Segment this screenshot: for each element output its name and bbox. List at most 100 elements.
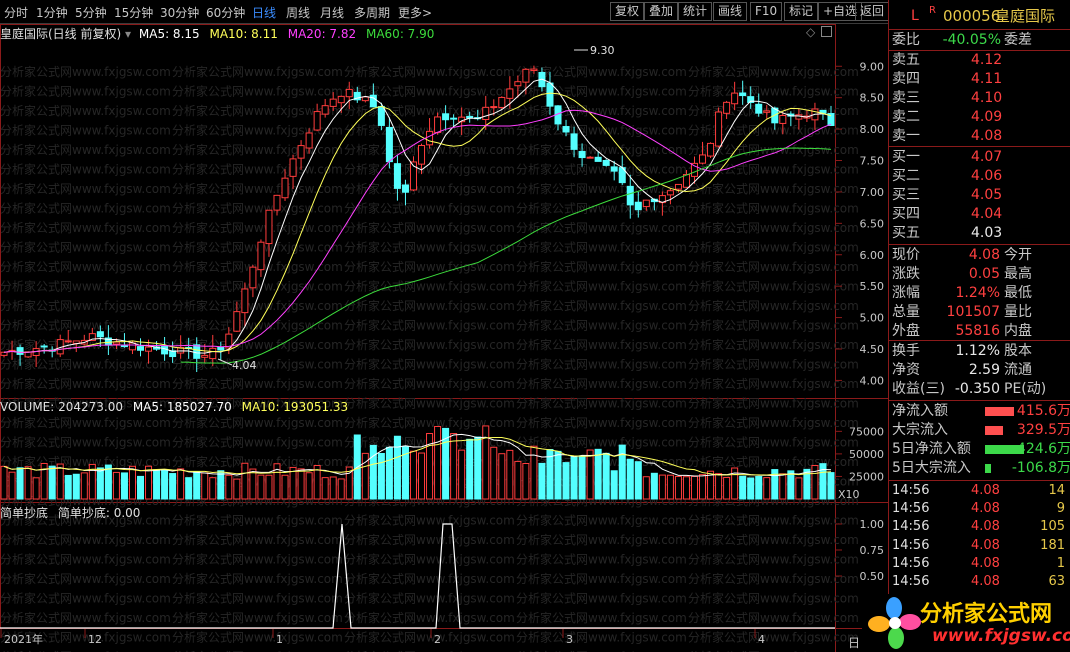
watermark-text: 分析家公式网www.fxjgsw.com — [172, 64, 343, 79]
tab-multi-period[interactable]: 多周期 — [354, 4, 390, 21]
tab-monthly[interactable]: 月线 — [320, 4, 344, 21]
trade-row: 14:56 4.08 63 — [892, 574, 1065, 589]
volume-bar — [153, 469, 161, 500]
watermark-text: 分析家公式网www.fxjgsw.com — [688, 318, 859, 333]
tab-more[interactable]: 更多> — [398, 4, 432, 21]
sell-level-row[interactable]: 卖四 4.11 — [889, 70, 1070, 89]
candle-body — [209, 347, 217, 360]
flow-bar — [985, 464, 991, 473]
watermark-text: 分析家公式网www.fxjgsw.com — [0, 142, 171, 157]
draw-button[interactable]: 画线 — [713, 2, 748, 21]
volume-bar — [185, 477, 193, 500]
watermark-text: 分析家公式网www.fxjgsw.com — [344, 298, 515, 313]
candle-body — [602, 159, 610, 166]
fund-flow-row: 大宗流入 329.5万 — [892, 422, 1070, 438]
stats-button[interactable]: 统计 — [678, 2, 713, 21]
tab-30min[interactable]: 30分钟 — [160, 4, 199, 21]
tab-fenshi[interactable]: 分时 — [4, 4, 28, 21]
overlay-button[interactable]: 叠加 — [644, 2, 679, 21]
volume-bar — [161, 469, 169, 500]
volume-bar — [72, 473, 80, 500]
f10-button[interactable]: F10 — [750, 2, 783, 21]
sell-price: 4.12 — [971, 52, 1003, 68]
sell-level-row[interactable]: 卖一 4.08 — [889, 127, 1070, 146]
candle-body — [779, 114, 787, 124]
chevron-down-icon[interactable]: ▾ — [125, 27, 131, 41]
tab-daily[interactable]: 日线 — [252, 4, 276, 21]
candle-body — [666, 190, 674, 196]
x-axis-label: 2021年 — [4, 632, 43, 646]
tab-weekly[interactable]: 周线 — [286, 4, 310, 21]
tab-60min[interactable]: 60分钟 — [206, 4, 245, 21]
volume-bar — [755, 476, 763, 500]
candle-body — [707, 142, 715, 157]
diamond-icon[interactable]: ◇ — [806, 25, 815, 39]
volume-bar — [682, 476, 690, 500]
volume-ma5-label: MA5: 185027.70 — [132, 400, 232, 414]
tab-15min[interactable]: 15分钟 — [114, 4, 153, 21]
maximize-icon[interactable] — [821, 26, 832, 37]
watermark-text: 分析家公式网www.fxjgsw.com — [172, 240, 343, 255]
stat-row: 收益(三) -0.350 PE(动) — [892, 381, 1047, 397]
sell-level-row[interactable]: 卖二 4.09 — [889, 108, 1070, 127]
watermark-text: 分析家公式网www.fxjgsw.com — [172, 201, 343, 216]
kline-svg[interactable]: 分析家公式网www.fxjgsw.com 分析家公式网www.fxjgsw.com… — [0, 24, 888, 652]
buy-level-row[interactable]: 买五 4.03 — [889, 224, 1070, 243]
sell-level-row[interactable]: 卖五 4.12 — [889, 51, 1070, 70]
watermark-text: 分析家公式网www.fxjgsw.com — [172, 532, 343, 547]
buy-level-row[interactable]: 买四 4.04 — [889, 205, 1070, 224]
candle-body — [426, 130, 434, 146]
watermark-text: 分析家公式网www.fxjgsw.com — [688, 513, 859, 528]
fuquan-button[interactable]: 复权 — [610, 2, 645, 21]
buy-level-row[interactable]: 买二 4.06 — [889, 167, 1070, 186]
sell-price: 4.09 — [971, 109, 1003, 125]
candle-body — [201, 354, 209, 358]
tab-5min[interactable]: 5分钟 — [75, 4, 107, 21]
volume-bar — [281, 474, 289, 500]
volume-bar — [136, 475, 145, 500]
watermark-text: 分析家公式网www.fxjgsw.com — [516, 552, 687, 567]
volume-bar — [530, 445, 538, 500]
candle-body — [442, 113, 450, 121]
y-tick-label: 25000 — [849, 470, 884, 483]
back-button[interactable]: 返回 — [855, 2, 890, 21]
watermark-text: 分析家公式网www.fxjgsw.com — [688, 220, 859, 235]
watermark-text: 分析家公式网www.fxjgsw.com — [344, 220, 515, 235]
volume-bar — [650, 472, 658, 500]
sell-level-row[interactable]: 卖三 4.10 — [889, 89, 1070, 108]
ma20-label: MA20: 7.82 — [287, 27, 357, 41]
y-tick-label: 0.75 — [860, 544, 885, 557]
candle-body — [233, 311, 241, 332]
watermark-text: 分析家公式网www.fxjgsw.com — [688, 454, 859, 469]
tab-1min[interactable]: 1分钟 — [36, 4, 68, 21]
watermark-text: 分析家公式网www.fxjgsw.com — [172, 162, 343, 177]
volume-bar — [169, 473, 177, 500]
watermark-text: 分析家公式网www.fxjgsw.com — [0, 123, 171, 138]
volume-bar — [305, 472, 313, 500]
chart-area[interactable]: 分析家公式网www.fxjgsw.com 分析家公式网www.fxjgsw.com… — [0, 24, 888, 652]
stat-row: 净资 2.59 流通 — [892, 362, 1032, 378]
quote-value: 101507 — [946, 304, 1000, 320]
watermark-text: 分析家公式网www.fxjgsw.com — [0, 318, 171, 333]
fund-flow-row: 5日大宗流入 -106.8万 — [892, 460, 1070, 476]
watermark-text: 分析家公式网www.fxjgsw.com — [516, 513, 687, 528]
watermark-text: 分析家公式网www.fxjgsw.com — [0, 64, 171, 79]
watermark-text: 分析家公式网www.fxjgsw.com — [172, 591, 343, 606]
candle-body — [418, 145, 426, 165]
volume-bar — [233, 478, 241, 500]
mark-button[interactable]: 标记 — [784, 2, 819, 21]
volume-bar — [80, 472, 88, 500]
volume-bar — [594, 448, 602, 500]
buy-level-row[interactable]: 买一 4.07 — [889, 148, 1070, 167]
watermark-text: 分析家公式网www.fxjgsw.com — [0, 181, 171, 196]
buy-level-row[interactable]: 买三 4.05 — [889, 186, 1070, 205]
volume-bar — [257, 474, 265, 500]
weibi-value: -40.05% — [942, 32, 1001, 48]
watermark-text: 分析家公式网www.fxjgsw.com — [688, 552, 859, 567]
watermark-text: 分析家公式网www.fxjgsw.com — [172, 610, 343, 625]
watermark-text: 分析家公式网www.fxjgsw.com — [0, 591, 171, 606]
watermark-text: 分析家公式网www.fxjgsw.com — [516, 376, 687, 391]
watermark-text: 分析家公式网www.fxjgsw.com — [172, 84, 343, 99]
candle-body — [434, 116, 442, 134]
fund-flow-row: 净流入额 415.6万 — [892, 403, 1070, 419]
